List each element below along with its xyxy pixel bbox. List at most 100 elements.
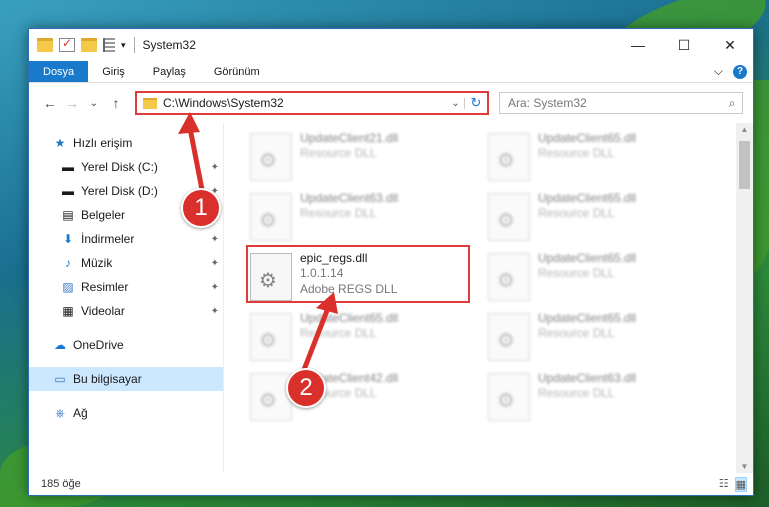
pin-icon: ✦ bbox=[210, 233, 219, 245]
search-icon[interactable]: ⌕ bbox=[722, 96, 742, 111]
close-button[interactable]: ✕ bbox=[707, 29, 753, 61]
sidebar-item-label: Ağ bbox=[73, 406, 88, 420]
vertical-scrollbar[interactable]: ▲ ▼ bbox=[736, 123, 753, 473]
title-separator bbox=[133, 37, 135, 53]
list-item[interactable]: UpdateClient65.dllResource DLL bbox=[488, 249, 708, 309]
file-description: Resource DLL bbox=[538, 386, 615, 400]
dll-file-icon bbox=[250, 373, 292, 421]
sidebar-item-label: İndirmeler bbox=[81, 232, 135, 246]
pin-icon: ✦ bbox=[210, 281, 219, 293]
recent-locations-button[interactable]: ⌄ bbox=[83, 98, 105, 109]
file-description: Resource DLL bbox=[300, 146, 377, 160]
sidebar-item-network[interactable]: ⎈ Ağ bbox=[29, 401, 223, 425]
tiles-view-icon[interactable]: ▦ bbox=[734, 476, 747, 492]
list-item[interactable]: UpdateClient65.dllResource DLL bbox=[488, 129, 708, 189]
file-list: UpdateClient21.dllResource DLL UpdateCli… bbox=[223, 123, 753, 473]
forward-button[interactable]: → bbox=[61, 95, 83, 111]
navigation-pane: ★ Hızlı erişim ▬ Yerel Disk (C:) ✦ ▬ Yer… bbox=[29, 123, 223, 473]
address-dropdown-icon[interactable]: ⌄ bbox=[447, 97, 465, 109]
address-bar[interactable]: C:\Windows\System32 ⌄ ↻ bbox=[135, 91, 489, 115]
tab-view[interactable]: Görünüm bbox=[200, 61, 274, 82]
dll-file-icon bbox=[250, 193, 292, 241]
tab-home[interactable]: Giriş bbox=[88, 61, 139, 82]
scrollbar-thumb[interactable] bbox=[739, 141, 750, 189]
sidebar-item-music[interactable]: ♪ Müzik ✦ bbox=[29, 251, 223, 275]
dll-file-icon bbox=[488, 133, 530, 181]
dll-file-icon bbox=[250, 133, 292, 181]
dll-file-icon bbox=[488, 313, 530, 361]
up-button[interactable]: ↑ bbox=[105, 95, 127, 111]
list-item[interactable]: UpdateClient21.dllResource DLL bbox=[250, 129, 470, 189]
file-name: UpdateClient63.dll bbox=[538, 371, 637, 385]
file-name: UpdateClient21.dll bbox=[300, 131, 399, 145]
file-name: UpdateClient65.dll bbox=[538, 311, 637, 325]
sidebar-item-label: Yerel Disk (C:) bbox=[81, 160, 158, 174]
maximize-button[interactable]: ☐ bbox=[661, 29, 707, 61]
file-description: Resource DLL bbox=[538, 146, 615, 160]
file-name: UpdateClient65.dll bbox=[538, 251, 637, 265]
search-input[interactable]: Ara: System32 ⌕ bbox=[499, 92, 743, 114]
navigation-bar: ← → ⌄ ↑ C:\Windows\System32 ⌄ ↻ Ara: Sys… bbox=[29, 83, 753, 123]
dll-file-icon bbox=[250, 313, 292, 361]
download-icon: ⬇ bbox=[62, 232, 74, 246]
back-button[interactable]: ← bbox=[39, 95, 61, 111]
file-name: UpdateClient65.dll bbox=[300, 311, 399, 325]
new-folder-icon[interactable] bbox=[81, 38, 97, 52]
quick-access-customize-icon[interactable] bbox=[103, 38, 115, 52]
pin-icon: ✦ bbox=[210, 305, 219, 317]
ribbon-expand-icon[interactable]: ⌵ bbox=[714, 64, 723, 79]
properties-check-icon[interactable] bbox=[59, 36, 75, 52]
list-item[interactable]: UpdateClient65.dllResource DLL bbox=[488, 309, 708, 369]
status-bar: 185 öğe ☷ ▦ bbox=[29, 473, 753, 495]
sidebar-item-onedrive[interactable]: ☁ OneDrive bbox=[29, 333, 223, 357]
sidebar-item-videos[interactable]: ▦ Videolar ✦ bbox=[29, 299, 223, 323]
tab-share[interactable]: Paylaş bbox=[139, 61, 200, 82]
sidebar-item-label: Bu bilgisayar bbox=[73, 372, 142, 386]
annotation-badge-2: 2 bbox=[286, 368, 326, 408]
sidebar-item-downloads[interactable]: ⬇ İndirmeler ✦ bbox=[29, 227, 223, 251]
sidebar-item-label: Videolar bbox=[81, 304, 125, 318]
sidebar-item-label: Yerel Disk (D:) bbox=[81, 184, 158, 198]
dll-file-icon bbox=[488, 373, 530, 421]
music-icon: ♪ bbox=[65, 256, 71, 270]
details-view-icon[interactable]: ☷ bbox=[719, 477, 729, 492]
pin-icon: ✦ bbox=[210, 257, 219, 269]
list-item[interactable]: UpdateClient63.dllResource DLL bbox=[250, 189, 470, 249]
explorer-window: ▾ System32 — ☐ ✕ Dosya Giriş Paylaş Görü… bbox=[28, 28, 754, 496]
scroll-up-icon[interactable]: ▲ bbox=[736, 125, 753, 134]
address-path[interactable]: C:\Windows\System32 bbox=[163, 96, 447, 110]
refresh-icon[interactable]: ↻ bbox=[465, 95, 487, 111]
sidebar-item-this-pc[interactable]: ▭ Bu bilgisayar bbox=[29, 367, 223, 391]
folder-icon bbox=[143, 97, 157, 109]
minimize-button[interactable]: — bbox=[615, 29, 661, 61]
file-description: Resource DLL bbox=[538, 266, 615, 280]
help-icon[interactable]: ? bbox=[733, 64, 747, 79]
list-item[interactable]: UpdateClient65.dllResource DLL bbox=[250, 309, 470, 369]
item-count: 185 öğe bbox=[41, 478, 81, 490]
pin-icon: ✦ bbox=[210, 161, 219, 173]
file-name: UpdateClient63.dll bbox=[300, 191, 399, 205]
file-description: Resource DLL bbox=[538, 326, 615, 340]
highlight-box-file bbox=[246, 245, 470, 303]
sidebar-item-local-disk-c[interactable]: ▬ Yerel Disk (C:) ✦ bbox=[29, 155, 223, 179]
videos-icon: ▦ bbox=[62, 304, 74, 318]
window-controls: — ☐ ✕ bbox=[615, 29, 753, 61]
documents-icon: ▤ bbox=[62, 208, 74, 222]
drive-icon: ▬ bbox=[62, 160, 74, 174]
file-description: Resource DLL bbox=[300, 326, 377, 340]
folder-icon bbox=[37, 38, 53, 52]
file-description: Resource DLL bbox=[300, 206, 377, 220]
quick-access-dropdown-icon[interactable]: ▾ bbox=[121, 40, 126, 51]
list-item[interactable]: UpdateClient65.dllResource DLL bbox=[488, 189, 708, 249]
list-item[interactable]: UpdateClient42.dllResource DLL bbox=[250, 369, 470, 429]
window-title: System32 bbox=[142, 38, 196, 52]
star-icon: ★ bbox=[54, 136, 66, 150]
annotation-badge-1: 1 bbox=[181, 188, 221, 228]
list-item[interactable]: UpdateClient63.dllResource DLL bbox=[488, 369, 708, 429]
scroll-down-icon[interactable]: ▼ bbox=[736, 462, 753, 471]
computer-icon: ▭ bbox=[54, 372, 66, 386]
drive-icon: ▬ bbox=[62, 184, 74, 198]
tab-file[interactable]: Dosya bbox=[29, 61, 89, 82]
sidebar-item-pictures[interactable]: ▨ Resimler ✦ bbox=[29, 275, 223, 299]
sidebar-item-quick-access[interactable]: ★ Hızlı erişim bbox=[29, 131, 223, 155]
